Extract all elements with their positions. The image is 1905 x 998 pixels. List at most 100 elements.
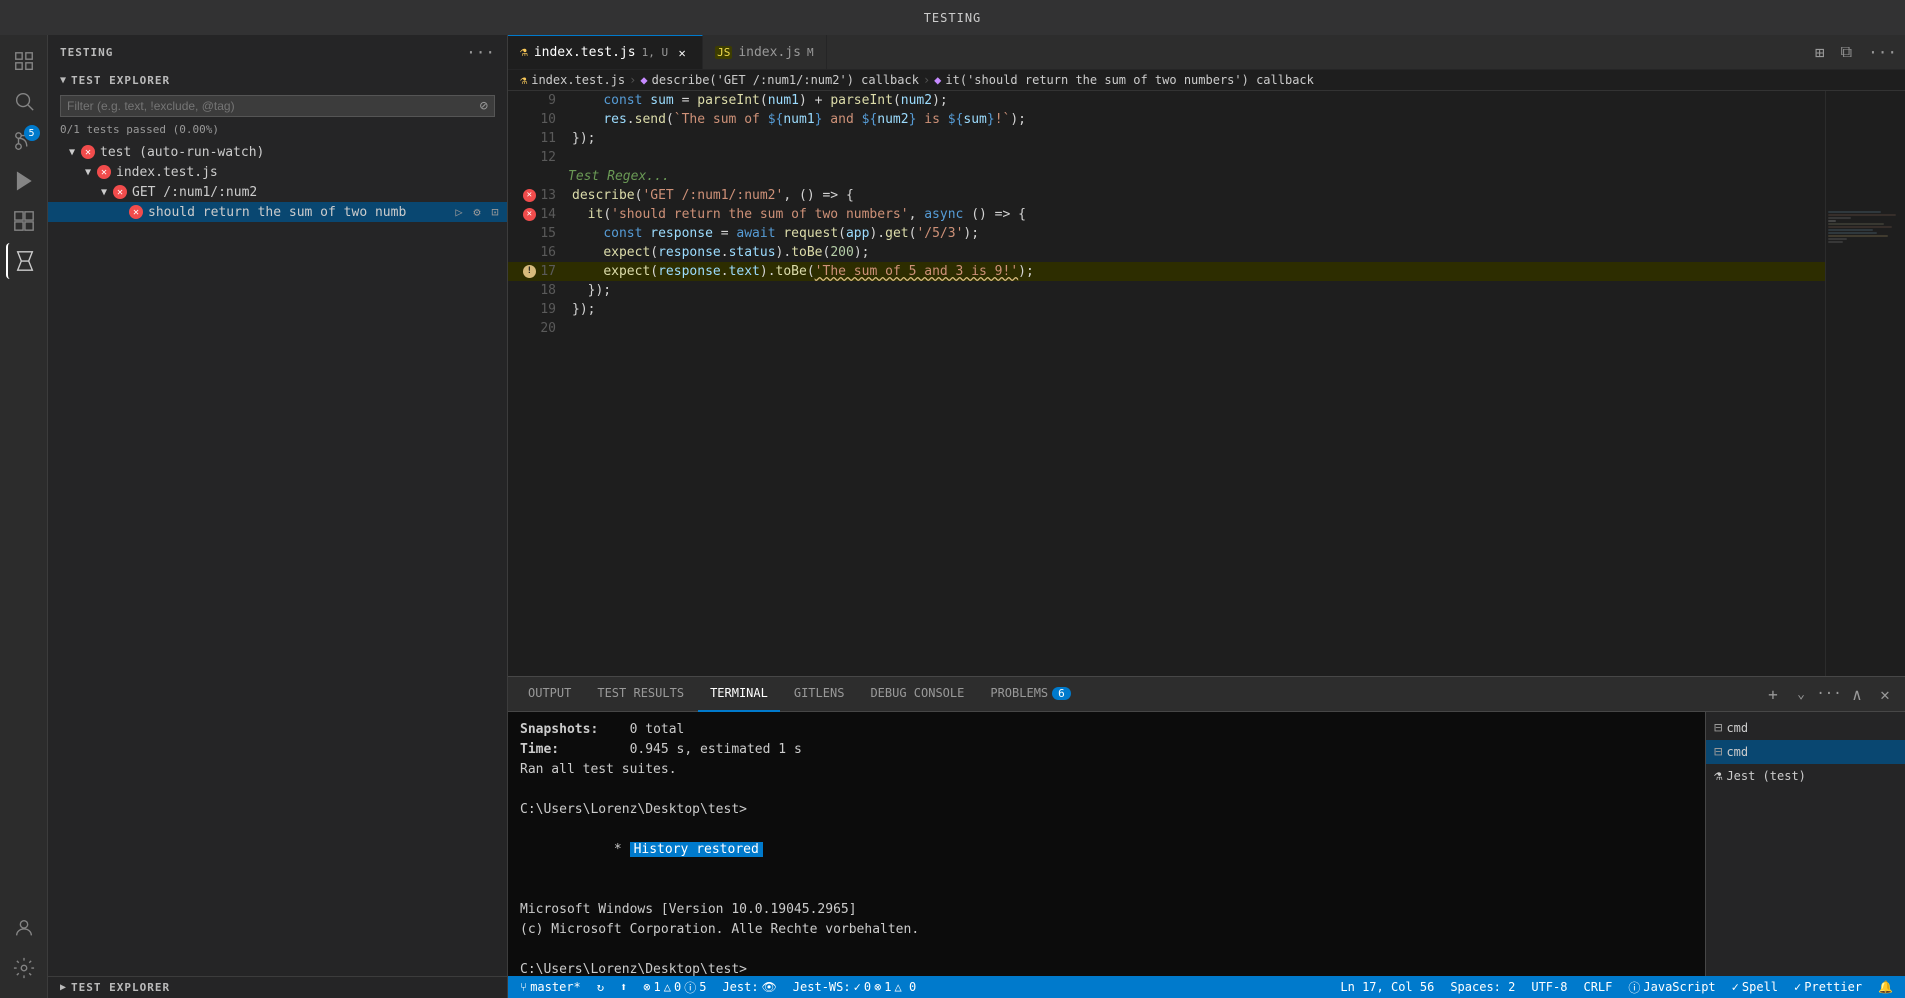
status-spaces[interactable]: Spaces: 2	[1446, 980, 1519, 994]
test-explorer-footer[interactable]: ▶ TEST EXPLORER	[48, 976, 507, 998]
status-jest-ws[interactable]: Jest-WS: ✓ 0 ⊗ 1 △ 0	[789, 980, 920, 994]
encoding-text: UTF-8	[1531, 980, 1567, 994]
terminal-line-windows: Microsoft Windows [Version 10.0.19045.29…	[520, 900, 1693, 920]
status-spell[interactable]: ✓ Spell	[1728, 980, 1782, 994]
terminal-line-prompt2: C:\Users\Lorenz\Desktop\test>	[520, 960, 1693, 976]
tab-problems[interactable]: PROBLEMS 6	[978, 677, 1082, 712]
test-explorer-section[interactable]: ▼ TEST EXPLORER	[48, 70, 507, 91]
terminal-tab-jest[interactable]: ⚗ Jest (test)	[1706, 764, 1905, 788]
search-icon[interactable]	[6, 83, 42, 119]
status-jest[interactable]: Jest: 👁	[718, 980, 780, 994]
status-prettier[interactable]: ✓ Prettier	[1790, 980, 1866, 994]
terminal-tab-label: TERMINAL	[710, 686, 768, 700]
status-position[interactable]: Ln 17, Col 56	[1336, 980, 1438, 994]
jest-ws-label: Jest-WS:	[793, 980, 851, 994]
publish-icon: ⬆	[620, 980, 627, 994]
terminal-more-icon[interactable]: ···	[1817, 682, 1841, 706]
terminal-icon-jest: ⚗	[1714, 768, 1722, 784]
panel-tabs: OUTPUT TEST RESULTS TERMINAL GITLENS DEB…	[508, 677, 1905, 712]
status-language[interactable]: ⓘ JavaScript	[1624, 979, 1719, 996]
position-text: Ln 17, Col 56	[1340, 980, 1434, 994]
tab-close-index[interactable]: ✕	[674, 45, 690, 61]
language-text: JavaScript	[1643, 980, 1715, 994]
warning-count: 0	[674, 980, 681, 994]
status-encoding[interactable]: UTF-8	[1527, 980, 1571, 994]
terminal-sidebar: ⊟ cmd ⊟ cmd ⚗ Jest (test)	[1705, 712, 1905, 976]
testing-icon[interactable]	[6, 243, 42, 279]
editor-more-icon[interactable]: ···	[1860, 35, 1905, 69]
editor-layout-icon[interactable]: ⊞	[1807, 35, 1833, 69]
jest-ws-error-icon: ⊗	[874, 980, 881, 994]
branch-label: master*	[530, 980, 581, 994]
source-control-icon[interactable]: 5	[6, 123, 42, 159]
error-icon: ⊗	[643, 980, 650, 994]
status-branch[interactable]: ⑂ master*	[516, 980, 585, 994]
tab-index-js[interactable]: JS index.js M	[703, 35, 827, 69]
explorer-icon[interactable]	[6, 43, 42, 79]
tree-label-test: test (auto-run-watch)	[96, 145, 503, 160]
test-explorer-footer-label: TEST EXPLORER	[71, 981, 170, 994]
status-publish[interactable]: ⬆	[616, 980, 631, 994]
filter-icon[interactable]: ⊘	[480, 98, 488, 114]
run-debug-icon[interactable]	[6, 163, 42, 199]
status-notifications[interactable]: 🔔	[1874, 980, 1897, 994]
breadcrumb-file-icon: ⚗	[520, 73, 527, 87]
breadcrumb-file[interactable]: index.test.js	[531, 73, 625, 87]
tree-item-index-test[interactable]: ▼ ✕ index.test.js	[48, 162, 507, 182]
jest-ws-error-count: 1	[884, 980, 891, 994]
tab-debug-console[interactable]: DEBUG CONSOLE	[858, 677, 976, 712]
code-editor[interactable]: 9 const sum = parseInt(num1) + parseInt(…	[508, 91, 1825, 676]
terminal-output[interactable]: Snapshots: 0 total Time: 0.945 s, estima…	[508, 712, 1705, 976]
extensions-icon[interactable]	[6, 203, 42, 239]
panel: OUTPUT TEST RESULTS TERMINAL GITLENS DEB…	[508, 676, 1905, 976]
tree-item-get-route[interactable]: ▼ ✕ GET /:num1/:num2	[48, 182, 507, 202]
filter-input[interactable]	[67, 99, 480, 113]
code-line-19: 19 });	[508, 300, 1825, 319]
tab-index-test[interactable]: ⚗ index.test.js 1, U ✕	[508, 35, 703, 69]
tree-item-should-return[interactable]: ▶ ✕ should return the sum of two numb ▷ …	[48, 202, 507, 222]
tab-gitlens[interactable]: GITLENS	[782, 677, 857, 712]
problems-tab-label: PROBLEMS	[990, 686, 1048, 700]
tab-badge-index: 1, U	[642, 46, 669, 59]
tab-badge-js: M	[807, 46, 814, 59]
chevron-down-icon: ▼	[60, 75, 67, 86]
terminal-tab-cmd1[interactable]: ⊟ cmd	[1706, 716, 1905, 740]
more-test-icon[interactable]: ⊡	[487, 204, 503, 220]
terminal-line-blank3	[520, 940, 1693, 960]
account-icon[interactable]	[6, 910, 42, 946]
spell-text: Spell	[1742, 980, 1778, 994]
settings-icon[interactable]	[6, 950, 42, 986]
tab-bar: ⚗ index.test.js 1, U ✕ JS index.js M ⊞ ⧉…	[508, 35, 1905, 70]
terminal-line-snapshots: Snapshots: 0 total	[520, 720, 1693, 740]
terminal-tab-cmd2[interactable]: ⊟ cmd	[1706, 740, 1905, 764]
code-line-9: 9 const sum = parseInt(num1) + parseInt(…	[508, 91, 1825, 110]
terminal-icon-cmd1: ⊟	[1714, 720, 1722, 736]
sidebar-more-icon[interactable]: ···	[466, 43, 495, 62]
debug-test-icon[interactable]: ⚙	[469, 204, 485, 220]
jest-ws-errors: 0	[864, 980, 871, 994]
status-errors[interactable]: ⊗ 1 △ 0 ⓘ 5	[639, 979, 710, 996]
terminal-split-icon[interactable]: ⌄	[1789, 682, 1813, 706]
terminal-line-prompt1: C:\Users\Lorenz\Desktop\test>	[520, 800, 1693, 820]
add-terminal-icon[interactable]: +	[1761, 682, 1785, 706]
breadcrumb-it[interactable]: it('should return the sum of two numbers…	[945, 73, 1313, 87]
sync-icon: ↻	[597, 980, 604, 994]
status-line-ending[interactable]: CRLF	[1579, 980, 1616, 994]
breadcrumb-describe[interactable]: describe('GET /:num1/:num2') callback	[652, 73, 919, 87]
run-test-icon[interactable]: ▷	[451, 204, 467, 220]
tree-item-test[interactable]: ▼ ✕ test (auto-run-watch)	[48, 142, 507, 162]
problems-badge: 6	[1052, 687, 1071, 700]
activity-bar: 5	[0, 35, 48, 998]
tab-terminal[interactable]: TERMINAL	[698, 677, 780, 712]
code-line-regex-comment: Test Regex...	[508, 167, 1825, 186]
jest-label: Jest:	[722, 980, 758, 994]
close-panel-icon[interactable]: ✕	[1873, 682, 1897, 706]
split-editor-icon[interactable]: ⧉	[1833, 35, 1860, 69]
tab-output[interactable]: OUTPUT	[516, 677, 583, 712]
prettier-check-icon: ✓	[1794, 980, 1801, 994]
status-sync[interactable]: ↻	[593, 980, 608, 994]
tab-test-results[interactable]: TEST RESULTS	[585, 677, 696, 712]
maximize-panel-icon[interactable]: ∧	[1845, 682, 1869, 706]
terminal-label-cmd2: cmd	[1726, 745, 1748, 759]
debug-console-tab-label: DEBUG CONSOLE	[870, 686, 964, 700]
